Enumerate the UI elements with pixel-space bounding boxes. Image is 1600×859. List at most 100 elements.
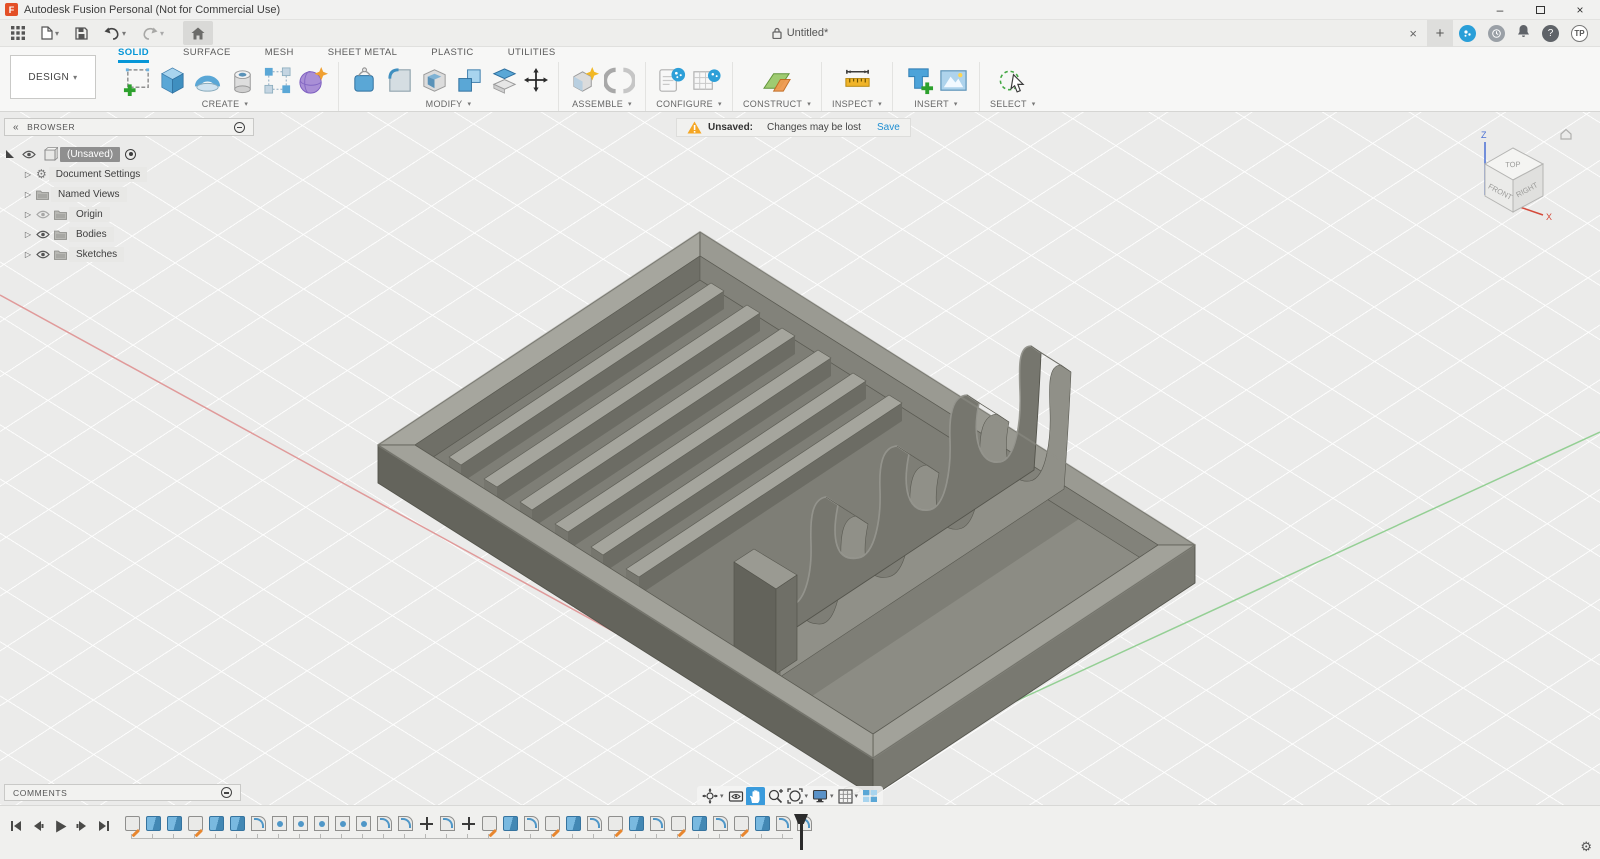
timeline-feature-hole[interactable] xyxy=(335,816,350,831)
expand-closed-icon[interactable]: ▷ xyxy=(22,210,34,219)
extrude-icon[interactable] xyxy=(157,65,188,96)
tab-mesh[interactable]: MESH xyxy=(265,47,294,63)
item-label[interactable]: Sketches xyxy=(69,247,124,262)
pattern-icon[interactable] xyxy=(262,65,293,96)
construct-group-label[interactable]: CONSTRUCT▾ xyxy=(743,99,811,109)
timeline-feature-move[interactable] xyxy=(419,816,434,831)
browser-item-document-settings[interactable]: ▷ ⚙ Document Settings xyxy=(22,164,254,184)
shell-icon[interactable] xyxy=(419,65,450,96)
chevron-down-icon[interactable]: ▾ xyxy=(720,792,724,800)
timeline-feature-extrude[interactable] xyxy=(503,816,518,831)
collapse-circle-icon[interactable] xyxy=(221,787,232,798)
maximize-button[interactable] xyxy=(1520,0,1560,19)
play-button[interactable] xyxy=(52,818,68,834)
move-copy-icon[interactable] xyxy=(524,68,548,92)
chevron-down-icon[interactable]: ▾ xyxy=(855,792,859,800)
browser-item-origin[interactable]: ▷ Origin xyxy=(22,204,254,224)
save-link[interactable]: Save xyxy=(877,122,900,133)
timeline-feature-sketch[interactable] xyxy=(734,816,749,831)
design-workspace-menu[interactable]: DESIGN ▾ xyxy=(10,55,96,99)
zoom-icon[interactable] xyxy=(765,787,785,806)
new-file-icon[interactable]: ▾ xyxy=(36,21,64,45)
home-icon[interactable] xyxy=(183,21,213,45)
expand-closed-icon[interactable]: ▷ xyxy=(22,230,34,239)
step-back-button[interactable] xyxy=(30,818,46,834)
activate-radio-icon[interactable] xyxy=(125,149,136,160)
insert-derive-icon[interactable] xyxy=(903,65,934,96)
timeline-feature-extrude[interactable] xyxy=(146,816,161,831)
insert-group-label[interactable]: INSERT▾ xyxy=(914,99,957,109)
orbit-icon[interactable] xyxy=(700,787,720,806)
profile-avatar[interactable]: TP xyxy=(1571,25,1588,42)
pan-icon[interactable] xyxy=(746,787,765,806)
configure-group-label[interactable]: CONFIGURE▾ xyxy=(656,99,722,109)
comments-panel[interactable]: COMMENTS xyxy=(4,784,241,801)
tab-surface[interactable]: SURFACE xyxy=(183,47,231,63)
timeline-feature-extrude[interactable] xyxy=(629,816,644,831)
select-icon[interactable] xyxy=(997,65,1028,96)
create-group-label[interactable]: CREATE▾ xyxy=(202,99,248,109)
extensions-icon[interactable] xyxy=(1459,25,1476,42)
visibility-eye-icon[interactable] xyxy=(22,150,36,159)
root-component-label[interactable]: (Unsaved) xyxy=(60,147,120,162)
timeline-feature-extrude[interactable] xyxy=(755,816,770,831)
timeline-feature-extrude[interactable] xyxy=(230,816,245,831)
job-status-icon[interactable] xyxy=(1488,25,1505,42)
chevron-down-icon[interactable]: ▾ xyxy=(805,792,809,800)
split-body-icon[interactable] xyxy=(489,65,520,96)
expand-closed-icon[interactable]: ▷ xyxy=(22,250,34,259)
timeline-feature-extrude[interactable] xyxy=(167,816,182,831)
app-grid-icon[interactable] xyxy=(6,21,30,45)
timeline-feature-fillet[interactable] xyxy=(251,816,266,831)
item-label[interactable]: Document Settings xyxy=(49,167,148,182)
timeline-feature-sketch[interactable] xyxy=(125,816,140,831)
construction-plane-icon[interactable] xyxy=(762,65,793,96)
revolve-icon[interactable] xyxy=(192,65,223,96)
browser-header[interactable]: « BROWSER xyxy=(4,118,254,136)
configuration-table-icon[interactable] xyxy=(691,65,722,96)
help-icon[interactable]: ? xyxy=(1542,25,1559,42)
timeline-feature-hole[interactable] xyxy=(314,816,329,831)
measure-icon[interactable] xyxy=(842,65,873,96)
collapse-circle-icon[interactable] xyxy=(234,122,245,133)
timeline-feature-extrude[interactable] xyxy=(566,816,581,831)
browser-item-sketches[interactable]: ▷ Sketches xyxy=(22,244,254,264)
minimize-button[interactable]: – xyxy=(1480,0,1520,19)
timeline-feature-fillet[interactable] xyxy=(587,816,602,831)
collapse-panel-icon[interactable]: « xyxy=(13,122,19,133)
timeline-feature-sketch[interactable] xyxy=(188,816,203,831)
save-icon[interactable] xyxy=(70,21,93,45)
joint-icon[interactable] xyxy=(604,65,635,96)
configure-icon[interactable] xyxy=(656,65,687,96)
notifications-bell-icon[interactable] xyxy=(1517,24,1530,43)
tab-solid[interactable]: SOLID xyxy=(118,47,149,63)
timeline-feature-hole[interactable] xyxy=(272,816,287,831)
go-to-end-button[interactable] xyxy=(96,818,112,834)
expand-closed-icon[interactable]: ▷ xyxy=(22,190,34,199)
timeline-feature-fillet[interactable] xyxy=(440,816,455,831)
modify-group-label[interactable]: MODIFY▾ xyxy=(426,99,472,109)
tab-utilities[interactable]: UTILITIES xyxy=(508,47,556,63)
fit-icon[interactable] xyxy=(785,787,805,806)
fillet-icon[interactable] xyxy=(384,65,415,96)
document-tab[interactable]: Untitled* xyxy=(0,20,1600,46)
timeline-feature-sketch[interactable] xyxy=(608,816,623,831)
timeline-settings-gear-icon[interactable]: ⚙ xyxy=(1580,840,1592,855)
canvas-icon[interactable] xyxy=(938,65,969,96)
close-tab-icon[interactable]: × xyxy=(1399,26,1427,41)
visibility-eye-icon[interactable] xyxy=(36,250,50,259)
browser-item-bodies[interactable]: ▷ Bodies xyxy=(22,224,254,244)
timeline-feature-hole[interactable] xyxy=(356,816,371,831)
inspect-group-label[interactable]: INSPECT▾ xyxy=(832,99,882,109)
viewcube-top-face[interactable]: TOP xyxy=(1505,160,1521,170)
display-settings-icon[interactable] xyxy=(810,787,830,806)
assemble-group-label[interactable]: ASSEMBLE▾ xyxy=(572,99,632,109)
close-button[interactable]: × xyxy=(1560,0,1600,19)
timeline-feature-sketch[interactable] xyxy=(671,816,686,831)
create-form-icon[interactable] xyxy=(297,65,328,96)
press-pull-icon[interactable] xyxy=(349,65,380,96)
look-at-icon[interactable] xyxy=(726,787,746,806)
combine-icon[interactable] xyxy=(454,65,485,96)
timeline-feature-fillet[interactable] xyxy=(776,816,791,831)
browser-item-root[interactable]: (Unsaved) xyxy=(4,144,254,164)
